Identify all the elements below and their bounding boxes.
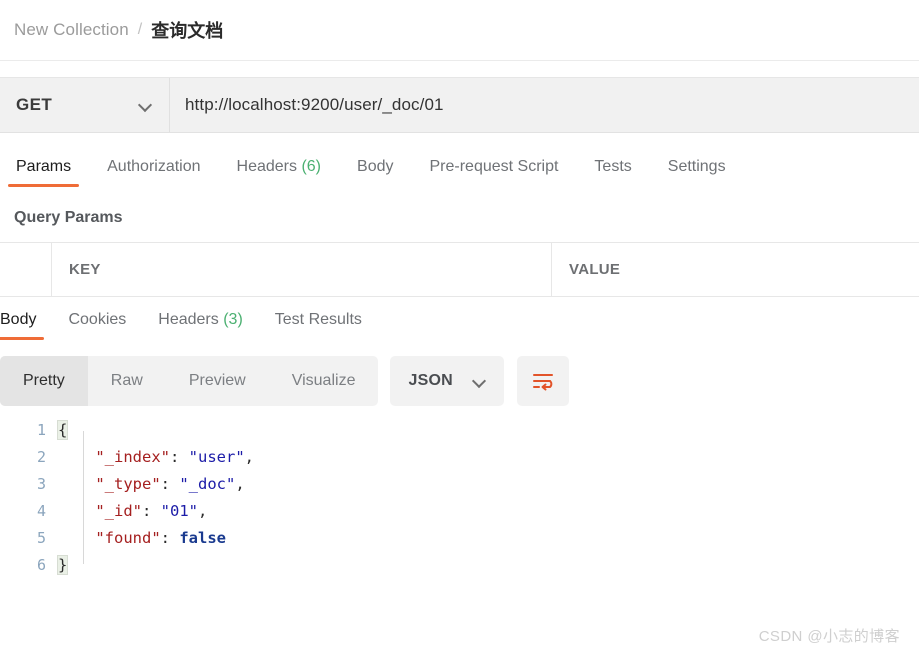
params-select-all-checkbox-cell[interactable]: [0, 243, 52, 296]
json-key: "_id": [95, 502, 142, 520]
line-number: 2: [0, 444, 58, 471]
line-number: 6: [0, 552, 58, 579]
tab-settings-label: Settings: [668, 158, 726, 175]
view-mode-raw-label: Raw: [111, 372, 143, 390]
params-value-column-header: VALUE: [552, 243, 919, 296]
view-mode-preview-label: Preview: [189, 372, 246, 390]
wrap-lines-button[interactable]: [517, 356, 569, 406]
code-line: 3 "_type": "_doc",: [0, 471, 919, 498]
json-value: "01": [161, 502, 198, 520]
tab-headers-count: (6): [301, 158, 321, 175]
query-params-title: Query Params: [14, 209, 123, 227]
breadcrumb: New Collection / 查询文档: [0, 0, 919, 61]
tab-settings[interactable]: Settings: [658, 152, 736, 187]
breadcrumb-current-request[interactable]: 查询文档: [151, 17, 223, 43]
params-key-column-label: KEY: [69, 261, 101, 278]
code-line: 2 "_index": "user",: [0, 444, 919, 471]
response-tab-body[interactable]: Body: [0, 305, 46, 340]
tab-authorization-label: Authorization: [107, 158, 200, 175]
postman-request-response-pane: New Collection / 查询文档 GET http://localho…: [0, 0, 919, 659]
code-line-content: {: [58, 417, 67, 444]
chevron-down-icon: [139, 99, 152, 112]
code-line: 4 "_id": "01",: [0, 498, 919, 525]
breadcrumb-separator: /: [138, 21, 142, 39]
line-number: 5: [0, 525, 58, 552]
response-tab-body-label: Body: [0, 311, 36, 328]
tab-body[interactable]: Body: [347, 152, 403, 187]
tab-headers-label: Headers: [237, 158, 297, 175]
response-tabs: Body Cookies Headers (3) Test Results: [0, 305, 919, 347]
request-url-bar: GET http://localhost:9200/user/_doc/01: [0, 77, 919, 133]
response-body-code-viewer[interactable]: 1 { 2 "_index": "user", 3 "_type": "_doc…: [0, 417, 919, 617]
view-mode-pretty-label: Pretty: [23, 372, 65, 390]
line-number: 4: [0, 498, 58, 525]
tab-pre-request-script-label: Pre-request Script: [429, 158, 558, 175]
chevron-down-icon: [473, 375, 486, 388]
breadcrumb-collection[interactable]: New Collection: [14, 20, 129, 40]
code-line-content: "_index": "user",: [58, 444, 254, 471]
line-number: 1: [0, 417, 58, 444]
response-tab-headers-label: Headers: [158, 311, 218, 328]
view-mode-pretty[interactable]: Pretty: [0, 356, 88, 406]
view-mode-visualize[interactable]: Visualize: [269, 356, 379, 406]
tab-body-label: Body: [357, 158, 393, 175]
json-key: "found": [95, 529, 160, 547]
json-key: "_type": [95, 475, 160, 493]
params-key-column-header: KEY: [52, 243, 552, 296]
json-value: false: [179, 529, 226, 547]
view-mode-visualize-label: Visualize: [292, 372, 356, 390]
wrap-text-icon: [531, 371, 555, 391]
code-line: 1 {: [0, 417, 919, 444]
json-key: "_index": [95, 448, 170, 466]
request-tabs: Params Authorization Headers (6) Body Pr…: [0, 152, 919, 197]
tab-params-label: Params: [16, 158, 71, 175]
response-tab-cookies-label: Cookies: [68, 311, 126, 328]
code-line: 6 }: [0, 552, 919, 579]
tab-headers[interactable]: Headers (6): [227, 152, 332, 187]
code-line-content: "_type": "_doc",: [58, 471, 245, 498]
tab-tests[interactable]: Tests: [584, 152, 641, 187]
json-value: "user": [189, 448, 245, 466]
response-tab-headers-count: (3): [223, 311, 243, 328]
tab-tests-label: Tests: [594, 158, 631, 175]
response-view-mode-group: Pretty Raw Preview Visualize: [0, 356, 378, 406]
line-number: 3: [0, 471, 58, 498]
response-format-label: JSON: [408, 372, 452, 390]
response-tab-cookies[interactable]: Cookies: [58, 305, 136, 340]
view-mode-preview[interactable]: Preview: [166, 356, 269, 406]
tab-authorization[interactable]: Authorization: [97, 152, 210, 187]
response-tab-test-results[interactable]: Test Results: [265, 305, 372, 340]
http-method-label: GET: [16, 95, 52, 115]
query-params-table-header: KEY VALUE: [0, 242, 919, 297]
tab-pre-request-script[interactable]: Pre-request Script: [419, 152, 568, 187]
response-format-selector[interactable]: JSON: [390, 356, 503, 406]
url-input[interactable]: http://localhost:9200/user/_doc/01: [170, 78, 919, 132]
response-tab-test-results-label: Test Results: [275, 311, 362, 328]
code-fold-guide: [83, 431, 84, 564]
code-line-content: }: [58, 552, 67, 579]
tab-params[interactable]: Params: [6, 152, 81, 187]
response-tab-headers[interactable]: Headers (3): [148, 305, 253, 340]
http-method-selector[interactable]: GET: [0, 78, 170, 132]
params-value-column-label: VALUE: [569, 261, 620, 278]
view-mode-raw[interactable]: Raw: [88, 356, 166, 406]
response-viewer-toolbar: Pretty Raw Preview Visualize JSON: [0, 355, 919, 407]
json-value: "_doc": [179, 475, 235, 493]
watermark: CSDN @小志的博客: [759, 625, 900, 646]
code-line: 5 "found": false: [0, 525, 919, 552]
code-line-content: "_id": "01",: [58, 498, 207, 525]
